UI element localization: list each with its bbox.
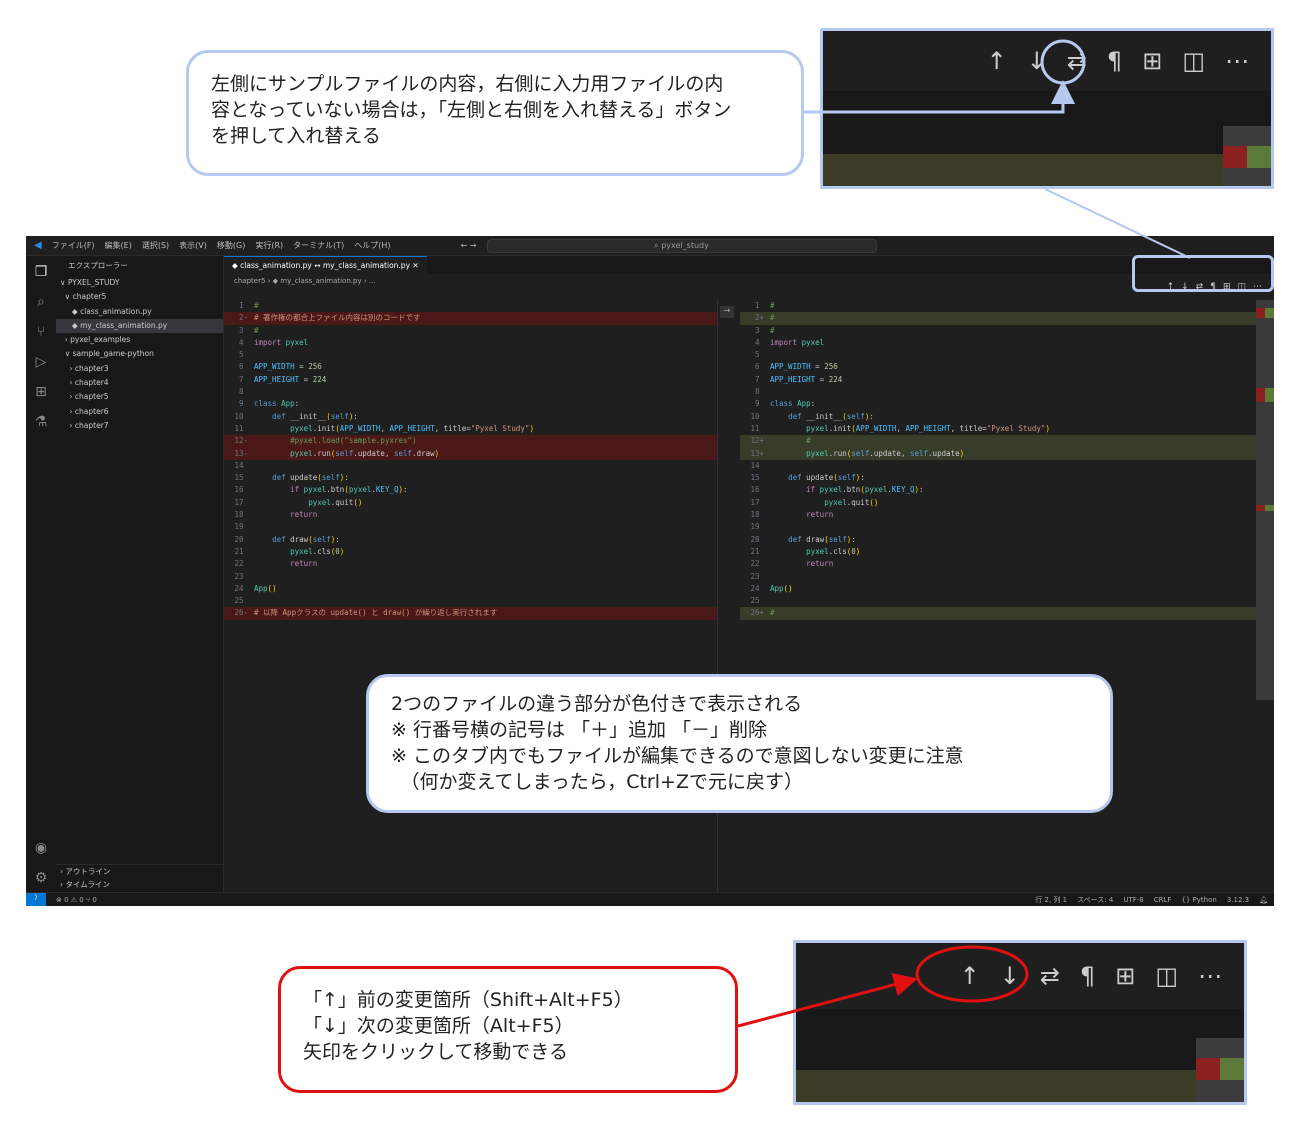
swap-highlight-circle xyxy=(1040,39,1086,85)
nav-arrow xyxy=(737,972,918,1028)
zoom-connector xyxy=(1044,188,1191,259)
nav-highlight-circle xyxy=(915,945,1029,1003)
swap-arrow xyxy=(804,80,1075,114)
annotation-arrows xyxy=(737,39,1191,1028)
